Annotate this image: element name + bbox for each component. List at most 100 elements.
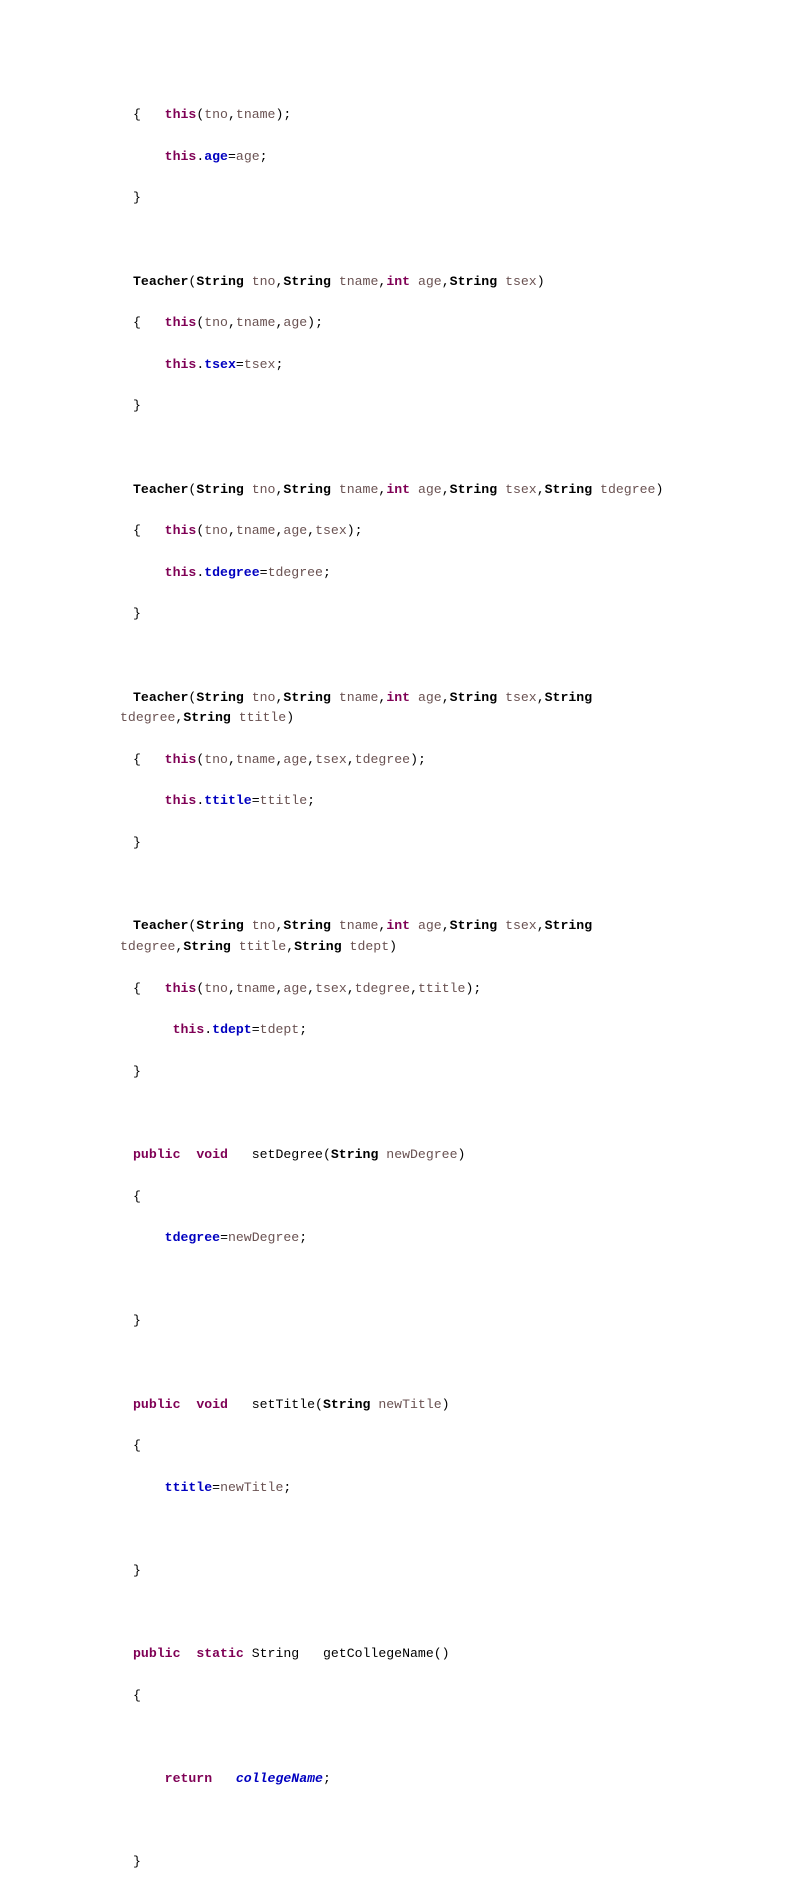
- code-token: setTitle: [251, 1396, 316, 1412]
- code-line: { this(tno,tname,age,tsex,tdegree,ttitle…: [120, 979, 680, 1000]
- code-token: String: [283, 481, 331, 497]
- code-token: ,: [307, 523, 316, 539]
- code-line: ​: [120, 438, 680, 459]
- code-token: setDegree: [251, 1147, 323, 1163]
- code-token: String: [322, 1396, 371, 1412]
- code-token: getCollegeName: [322, 1646, 434, 1662]
- code-token: this: [164, 315, 197, 331]
- code-token: String: [449, 689, 498, 705]
- code-line: }: [120, 1852, 680, 1873]
- code-token: ttitle: [204, 793, 252, 809]
- code-line: { this(tno,tname,age,tsex);: [120, 521, 680, 542]
- code-token: String: [196, 481, 244, 497]
- code-token: age: [417, 918, 442, 934]
- code-line: Teacher(String tno,String tname,int age,…: [120, 688, 680, 730]
- code-token: ,: [346, 751, 355, 767]
- code-token: ,: [227, 751, 236, 767]
- code-line: ​: [120, 1270, 680, 1291]
- code-token: this: [164, 980, 197, 996]
- code-token: }: [133, 835, 141, 851]
- code-token: tdegree: [267, 564, 323, 580]
- code-token: String: [544, 918, 593, 934]
- code-token: {: [133, 980, 165, 996]
- code-line: ​: [120, 1811, 680, 1832]
- code-line: tdegree=newDegree;: [120, 1228, 680, 1249]
- code-token: ;: [259, 148, 268, 164]
- code-line: ​: [120, 230, 680, 251]
- code-token: tname: [338, 481, 379, 497]
- code-token: tdept: [212, 1022, 252, 1038]
- code-token: age: [235, 148, 260, 164]
- code-token: void: [196, 1396, 228, 1412]
- code-token: String: [183, 710, 231, 726]
- code-token: ;: [299, 1230, 308, 1246]
- code-line: ​: [120, 1353, 680, 1374]
- code-token: tno: [251, 689, 276, 705]
- code-token: ,: [441, 689, 450, 705]
- code-token: ): [457, 1147, 466, 1163]
- code-token: ): [286, 710, 295, 726]
- code-token: static: [196, 1646, 244, 1662]
- code-token: int: [386, 918, 411, 934]
- code-line: return collegeName;: [120, 1769, 680, 1790]
- code-token: ;: [307, 793, 316, 809]
- code-token: tdegree: [204, 564, 260, 580]
- code-token: (: [322, 1147, 331, 1163]
- code-token: tsex: [243, 356, 276, 372]
- code-token: tno: [204, 315, 228, 331]
- code-line: { this(tno,tname,age,tsex,tdegree);: [120, 750, 680, 771]
- code-token: tname: [338, 689, 379, 705]
- code-token: this: [164, 751, 197, 767]
- code-token: this: [164, 793, 197, 809]
- code-token: tdegree: [600, 481, 656, 497]
- code-line: ​: [120, 1603, 680, 1624]
- code-token: =: [220, 1230, 228, 1246]
- code-token: tdegree: [120, 710, 176, 726]
- code-token: String: [196, 689, 244, 705]
- code-token: public: [133, 1396, 181, 1412]
- code-token: ;: [322, 1770, 331, 1786]
- code-token: ;: [299, 1022, 308, 1038]
- code-token: int: [386, 273, 411, 289]
- code-token: =: [227, 148, 236, 164]
- code-token: ,: [307, 751, 316, 767]
- code-token: ,: [227, 107, 236, 123]
- code-token: tno: [204, 980, 228, 996]
- code-token: }: [133, 1063, 141, 1079]
- code-token: String: [283, 918, 331, 934]
- code-token: ): [441, 1396, 450, 1412]
- code-token: ,: [536, 918, 545, 934]
- code-line: }: [120, 188, 680, 209]
- code-line: {: [120, 1686, 680, 1707]
- document-page: { this(tno,tname); this.age=age; } ​ Tea…: [0, 0, 793, 1869]
- code-token: age: [283, 523, 308, 539]
- code-token: age: [283, 751, 308, 767]
- code-token: tname: [235, 523, 276, 539]
- code-token: );: [275, 107, 292, 123]
- code-token: tdegree: [354, 751, 411, 767]
- code-token: ;: [275, 356, 284, 372]
- code-token: );: [410, 751, 426, 767]
- java-code-listing[interactable]: { this(tno,tname); this.age=age; } ​ Tea…: [120, 105, 680, 1894]
- code-token: ,: [227, 523, 236, 539]
- code-token: );: [307, 315, 323, 331]
- code-token: void: [196, 1147, 228, 1163]
- code-token: tsex: [505, 918, 537, 934]
